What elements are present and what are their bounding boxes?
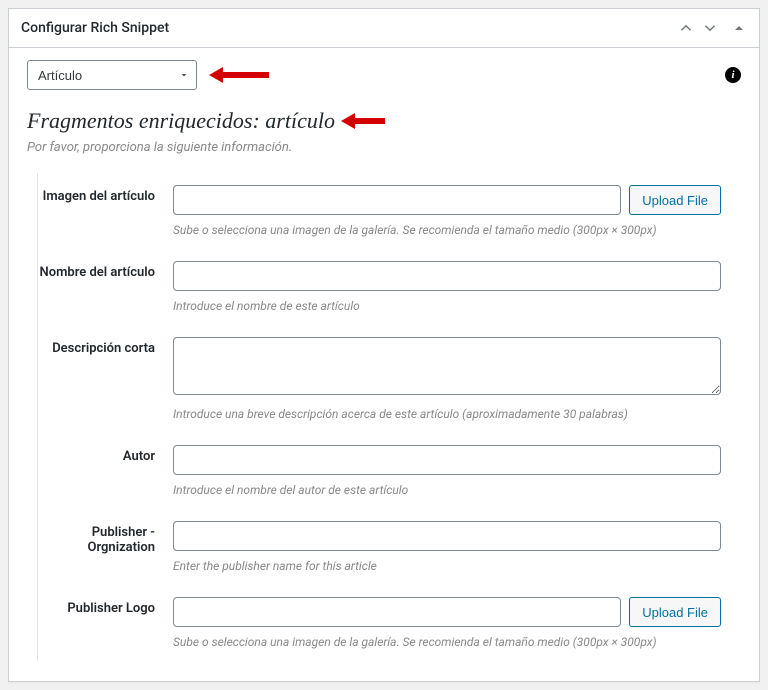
field-input-publisher: Enter the publisher name for this articl… [173,521,741,573]
field-row-image: Imagen del artículo Upload File Sube o s… [38,173,741,249]
label-author: Autor [38,445,173,497]
field-input-shortdesc: Introduce una breve descripción acerca d… [173,337,741,421]
label-article-image: Imagen del artículo [38,185,173,237]
label-publisher: Publisher - Orgnization [38,521,173,573]
callout-arrow-left-icon [209,65,269,85]
field-row-author: Autor Introduce el nombre del autor de e… [38,433,741,509]
field-input-name: Introduce el nombre de este artículo [173,261,741,313]
field-input-publisher-logo: Upload File Sube o selecciona una imagen… [173,597,741,649]
help-short-description: Introduce una breve descripción acerca d… [173,407,721,421]
field-input-image: Upload File Sube o selecciona una imagen… [173,185,741,237]
publisher-logo-input[interactable] [173,597,621,627]
help-publisher: Enter the publisher name for this articl… [173,559,721,573]
label-short-description: Descripción corta [38,337,173,421]
upload-image-button[interactable]: Upload File [629,185,721,215]
field-row-publisher-logo: Publisher Logo Upload File Sube o selecc… [38,585,741,661]
publisher-input[interactable] [173,521,721,551]
panel-header: Configurar Rich Snippet [9,9,759,48]
help-author: Introduce el nombre del autor de este ar… [173,483,721,497]
field-row-shortdesc: Descripción corta Introduce una breve de… [38,325,741,433]
panel-top-row: Artículo i [27,60,741,90]
upload-publisher-logo-button[interactable]: Upload File [629,597,721,627]
form-table: Imagen del artículo Upload File Sube o s… [37,173,741,661]
callout-arrow-right-icon [341,112,385,130]
rich-snippet-panel: Configurar Rich Snippet Artículo i Fragm… [8,8,760,682]
label-publisher-logo: Publisher Logo [38,597,173,649]
panel-header-controls [675,17,747,39]
section-subtext: Por favor, proporciona la siguiente info… [27,140,741,155]
field-input-author: Introduce el nombre del autor de este ar… [173,445,741,497]
field-row-publisher: Publisher - Orgnization Enter the publis… [38,509,741,585]
author-input[interactable] [173,445,721,475]
info-icon[interactable]: i [725,67,741,83]
section-heading: Fragmentos enriquecidos: artículo [27,108,335,134]
move-up-icon[interactable] [675,17,697,39]
article-name-input[interactable] [173,261,721,291]
toggle-panel-icon[interactable] [731,20,747,36]
short-description-textarea[interactable] [173,337,721,395]
field-row-name: Nombre del artículo Introduce el nombre … [38,249,741,325]
panel-title: Configurar Rich Snippet [21,20,169,36]
move-down-icon[interactable] [699,17,721,39]
article-image-input[interactable] [173,185,621,215]
section-heading-row: Fragmentos enriquecidos: artículo [27,108,741,134]
snippet-type-wrap: Artículo [27,60,269,90]
help-article-image: Sube o selecciona una imagen de la galer… [173,223,721,237]
label-article-name: Nombre del artículo [38,261,173,313]
snippet-type-select[interactable]: Artículo [27,60,197,90]
help-article-name: Introduce el nombre de este artículo [173,299,721,313]
panel-body: Artículo i Fragmentos enriquecidos: artí… [9,48,759,681]
help-publisher-logo: Sube o selecciona una imagen de la galer… [173,635,721,649]
